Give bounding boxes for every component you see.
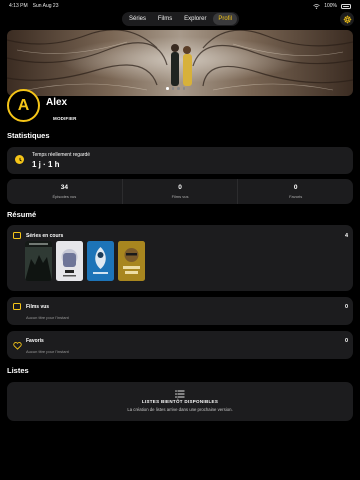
stat-label: Épisodes vus [52, 194, 77, 199]
stat-value: 0 [293, 184, 298, 191]
status-time: 4:13 PM [9, 3, 28, 9]
tv-icon [13, 232, 21, 239]
stats-card: 34 Épisodes vus 0 Films vus 0 Favoris [7, 179, 353, 204]
banner-page-indicator[interactable] [166, 87, 185, 90]
films-seen-count: 0 [344, 304, 348, 310]
section-title-summary: Résumé [7, 210, 37, 219]
watched-time-value: 1 j · 1 h [32, 160, 60, 169]
list-icon [175, 390, 185, 398]
watched-time-card: Temps réellement regardé 1 j · 1 h [7, 147, 353, 174]
film-icon [13, 303, 21, 310]
stat-episodes: 34 Épisodes vus [7, 179, 122, 204]
favorites-card[interactable]: Favoris 0 Aucun titre pour l'instant [7, 331, 353, 359]
stat-label: Films vus [171, 194, 189, 199]
series-in-progress-card[interactable]: Séries en cours 4 [7, 225, 353, 291]
battery-percent: 100% [324, 3, 337, 9]
section-title-lists: Listes [7, 366, 29, 375]
stat-label: Favoris [289, 194, 303, 199]
poster-the-bear[interactable] [56, 241, 83, 281]
top-tab-bar: Séries Films Explorer Profil [122, 12, 239, 26]
page-dot [166, 87, 169, 90]
favorites-empty: Aucun titre pour l'instant [26, 349, 69, 354]
battery-icon [341, 3, 351, 9]
clock-icon [15, 155, 24, 164]
stat-value: 0 [178, 184, 182, 191]
poster-severance[interactable] [87, 241, 114, 281]
poster-breaking-bad[interactable] [118, 241, 145, 281]
favorites-count: 0 [344, 338, 348, 344]
favorites-title: Favoris [26, 338, 44, 344]
page-dot [171, 87, 174, 90]
stat-films: 0 Films vus [121, 179, 238, 204]
poster-gothic-drama[interactable] [25, 241, 52, 281]
stat-favorites: 0 Favoris [237, 179, 353, 204]
edit-profile-button[interactable]: MODIFIER [53, 116, 77, 121]
profile-name: Alex [46, 97, 68, 108]
status-bar-left: 4:13 PM Sun Aug 23 [9, 3, 58, 9]
page-dot [182, 87, 185, 90]
gear-icon [343, 15, 351, 23]
status-date: Sun Aug 23 [32, 3, 59, 9]
heart-icon [13, 337, 22, 355]
lists-coming-soon-card: LISTES BIENTÔT DISPONIBLES La création d… [7, 382, 353, 421]
tab-profil[interactable]: Profil [213, 13, 237, 25]
wifi-icon [313, 3, 320, 9]
tab-films[interactable]: Films [153, 13, 177, 25]
series-in-progress-count: 4 [344, 233, 348, 239]
tab-series[interactable]: Séries [124, 13, 151, 25]
status-bar-right: 100% [313, 3, 351, 9]
avatar[interactable]: A [7, 89, 40, 122]
films-seen-title: Films vus [26, 304, 50, 310]
stat-value: 34 [60, 184, 68, 191]
lists-coming-soon-title: LISTES BIENTÔT DISPONIBLES [141, 399, 219, 404]
lists-coming-soon-subtitle: La création de listes arrive dans une pr… [127, 407, 233, 412]
page-dot [177, 87, 180, 90]
watched-time-label: Temps réellement regardé [32, 152, 91, 158]
series-in-progress-title: Séries en cours [26, 233, 64, 239]
section-title-statistics: Statistiques [7, 131, 50, 140]
films-seen-empty: Aucun titre pour l'instant [26, 315, 69, 320]
tab-explorer[interactable]: Explorer [179, 13, 211, 25]
films-seen-card[interactable]: Films vus 0 Aucun titre pour l'instant [7, 297, 353, 325]
settings-button[interactable] [340, 12, 354, 26]
